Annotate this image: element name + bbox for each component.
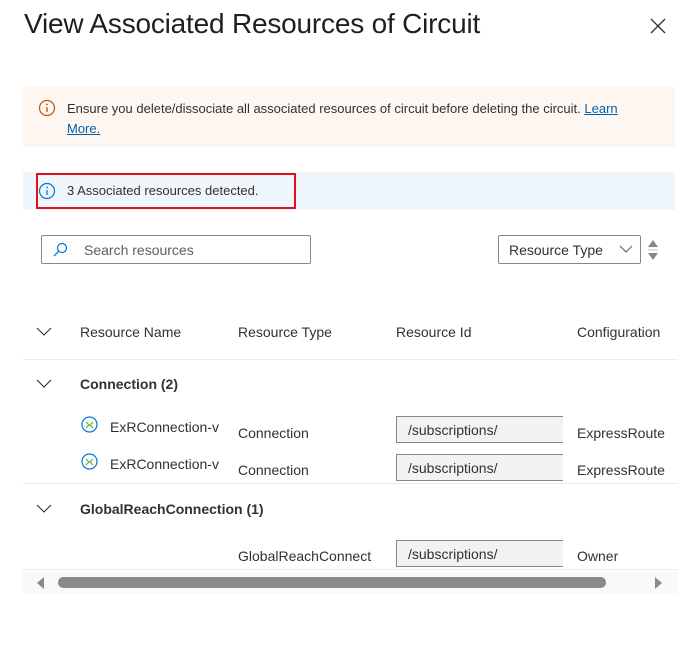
connection-icon — [81, 416, 98, 433]
configuration: ExpressRoute — [577, 462, 665, 478]
scroll-left-icon[interactable] — [35, 576, 45, 590]
header-divider — [23, 359, 678, 360]
resource-id-field[interactable]: /subscriptions/ — [396, 540, 563, 567]
resource-name[interactable]: ExRConnection-v — [110, 419, 226, 435]
column-header-name[interactable]: Resource Name — [80, 324, 181, 340]
resource-type: Connection — [238, 462, 309, 478]
resource-name[interactable]: ExRConnection-v — [110, 456, 226, 472]
info-circle-icon — [38, 99, 56, 117]
column-header-type[interactable]: Resource Type — [238, 324, 332, 340]
configuration: Owner — [577, 548, 619, 564]
search-input[interactable] — [84, 240, 304, 260]
highlight-box — [36, 173, 296, 209]
group-divider — [23, 483, 678, 484]
group-chevron-icon[interactable] — [36, 379, 52, 389]
search-icon — [53, 242, 68, 257]
resource-type-dropdown[interactable]: Resource Type — [498, 235, 641, 264]
configuration: ExpressRoute — [577, 425, 665, 441]
chevron-down-icon — [619, 245, 633, 253]
row-divider — [23, 569, 678, 570]
column-header-id[interactable]: Resource Id — [396, 324, 471, 340]
close-button[interactable] — [648, 16, 668, 36]
search-box[interactable] — [41, 235, 311, 264]
scroll-right-icon[interactable] — [654, 576, 664, 590]
group-header-connection[interactable]: Connection (2) — [80, 376, 178, 392]
resource-type: GlobalReachConnect — [238, 548, 372, 564]
column-header-configuration[interactable]: Configuration — [577, 324, 660, 340]
close-icon — [650, 18, 666, 34]
connection-icon — [81, 453, 98, 470]
group-chevron-icon[interactable] — [36, 504, 52, 514]
resource-type: Connection — [238, 425, 309, 441]
scrollbar-thumb[interactable] — [58, 577, 606, 588]
sort-icon[interactable] — [646, 237, 660, 263]
group-header-globalreach[interactable]: GlobalReachConnection (1) — [80, 501, 264, 517]
dropdown-label: Resource Type — [509, 242, 603, 258]
warning-text: Ensure you delete/dissociate all associa… — [67, 101, 581, 116]
collapse-all-icon[interactable] — [36, 327, 52, 337]
warning-banner: Ensure you delete/dissociate all associa… — [23, 87, 675, 147]
resource-id-field[interactable]: /subscriptions/ — [396, 454, 563, 481]
resource-id-field[interactable]: /subscriptions/ — [396, 416, 563, 443]
dialog-title: View Associated Resources of Circuit — [24, 8, 481, 39]
horizontal-scrollbar[interactable] — [23, 572, 678, 594]
